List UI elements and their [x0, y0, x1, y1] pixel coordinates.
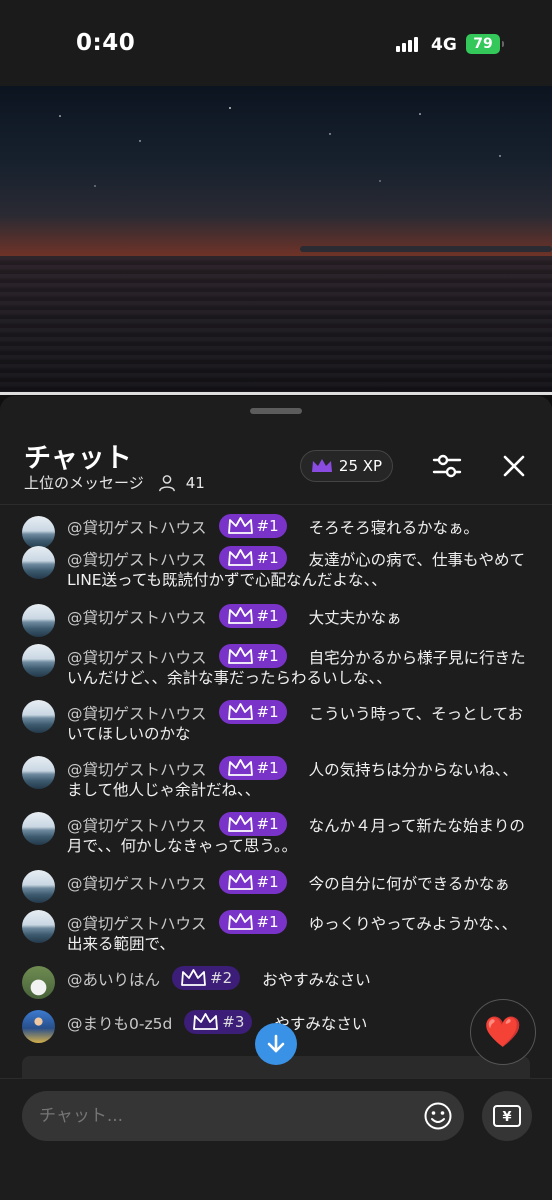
avatar[interactable] [22, 966, 55, 999]
message-author[interactable]: @貸切ゲストハウス [67, 649, 207, 667]
avatar[interactable] [22, 756, 55, 789]
rank-badge: #1 [218, 756, 287, 780]
message-author[interactable]: @貸切ゲストハウス [67, 609, 207, 627]
clock: 0:40 [76, 30, 136, 56]
message-author[interactable]: @貸切ゲストハウス [67, 551, 207, 569]
battery-icon: 79 [466, 34, 504, 54]
crown-icon [227, 759, 254, 777]
rank-badge: #1 [218, 910, 287, 934]
message-text: おやすみなさい [262, 971, 371, 989]
crown-icon [227, 703, 254, 721]
rank-badge: #1 [218, 604, 287, 628]
rank-badge: #1 [218, 870, 287, 894]
emoji-icon[interactable] [423, 1101, 453, 1131]
message-text: 大丈夫かなぁ [308, 609, 402, 627]
message-author[interactable]: @貸切ゲストハウス [67, 705, 207, 723]
message-author[interactable]: @貸切ゲストハウス [67, 915, 207, 933]
rank-label: #1 [256, 703, 279, 721]
avatar[interactable] [22, 546, 55, 579]
super-chat-button[interactable]: ¥ [482, 1091, 532, 1141]
chat-input[interactable] [22, 1091, 464, 1141]
yen-icon: ¥ [493, 1105, 521, 1127]
filter-icon[interactable] [432, 452, 462, 480]
rank-label: #1 [256, 815, 279, 833]
crown-icon [180, 969, 207, 987]
crown-icon [227, 549, 254, 567]
status-bar: 0:40 4G 79 [0, 0, 552, 86]
rank-label: #1 [256, 517, 279, 535]
rank-badge: #1 [218, 514, 287, 538]
xp-button[interactable]: 25 XP [300, 450, 393, 482]
rank-label: #1 [256, 759, 279, 777]
crown-icon [227, 647, 254, 665]
message-text: そろそろ寝れるかなぁ。 [308, 519, 479, 537]
rank-label: #1 [256, 873, 279, 891]
close-icon[interactable] [500, 452, 528, 480]
video-player[interactable] [0, 86, 552, 394]
header-divider [0, 504, 552, 505]
message-author[interactable]: @貸切ゲストハウス [67, 519, 207, 537]
message-list[interactable]: @貸切ゲストハウス #1 そろそろ寝れるかなぁ。 @貸切ゲストハウス #1 友達が心の病で… [0, 506, 552, 1080]
xp-label: 25 XP [338, 457, 383, 475]
avatar[interactable] [22, 516, 55, 549]
crown-icon [227, 815, 254, 833]
heart-icon: ❤️ [484, 1014, 522, 1050]
drag-handle[interactable] [250, 408, 302, 414]
crown-icon [227, 517, 254, 535]
signal-icon [396, 36, 422, 52]
chat-panel: チャット 上位のメッセージ 41 25 XP @貸切ゲストハウス #1 そろそろ寝れ… [0, 396, 552, 1200]
rank-label: #1 [256, 647, 279, 665]
scroll-down-button[interactable] [255, 1023, 297, 1065]
avatar[interactable] [22, 644, 55, 677]
heart-reaction-button[interactable]: ❤️ [470, 999, 536, 1065]
network-label: 4G [431, 35, 457, 55]
crown-icon [311, 459, 332, 472]
rank-badge: #1 [218, 546, 287, 570]
chat-title: チャット [24, 443, 132, 474]
rank-badge: #1 [218, 812, 287, 836]
crown-icon [227, 607, 254, 625]
rank-badge: #3 [184, 1010, 253, 1034]
avatar[interactable] [22, 910, 55, 943]
viewers-icon [158, 474, 175, 491]
rank-label: #1 [256, 549, 279, 567]
avatar[interactable] [22, 700, 55, 733]
message-author[interactable]: @貸切ゲストハウス [67, 817, 207, 835]
crown-icon [192, 1013, 219, 1031]
rank-label: #2 [210, 969, 233, 987]
avatar[interactable] [22, 870, 55, 903]
crown-icon [227, 873, 254, 891]
video-progress-bar[interactable] [0, 392, 552, 395]
avatar[interactable] [22, 1010, 55, 1043]
avatar[interactable] [22, 604, 55, 637]
yen-label: ¥ [502, 1110, 511, 1125]
message-author[interactable]: @あいりはん [67, 971, 160, 989]
rank-label: #3 [222, 1013, 245, 1031]
avatar[interactable] [22, 812, 55, 845]
horizon-hills [300, 246, 552, 252]
chat-input-bar: ¥ [0, 1078, 552, 1200]
rank-badge: #2 [172, 966, 241, 990]
crown-icon [227, 913, 254, 931]
viewer-count: 41 [185, 473, 205, 492]
rank-badge: #1 [218, 644, 287, 668]
sea-waves [0, 256, 552, 394]
message-author[interactable]: @まりも0-z5d [67, 1015, 172, 1033]
rank-label: #1 [256, 607, 279, 625]
rank-label: #1 [256, 913, 279, 931]
message-text: 今の自分に何ができるかなぁ [308, 875, 510, 893]
rank-badge: #1 [218, 700, 287, 724]
chat-mode-selector[interactable]: 上位のメッセージ 41 [24, 472, 205, 493]
message-author[interactable]: @貸切ゲストハウス [67, 875, 207, 893]
arrow-down-icon [267, 1034, 285, 1053]
message-author[interactable]: @貸切ゲストハウス [67, 761, 207, 779]
chat-mode-label: 上位のメッセージ [24, 474, 144, 492]
